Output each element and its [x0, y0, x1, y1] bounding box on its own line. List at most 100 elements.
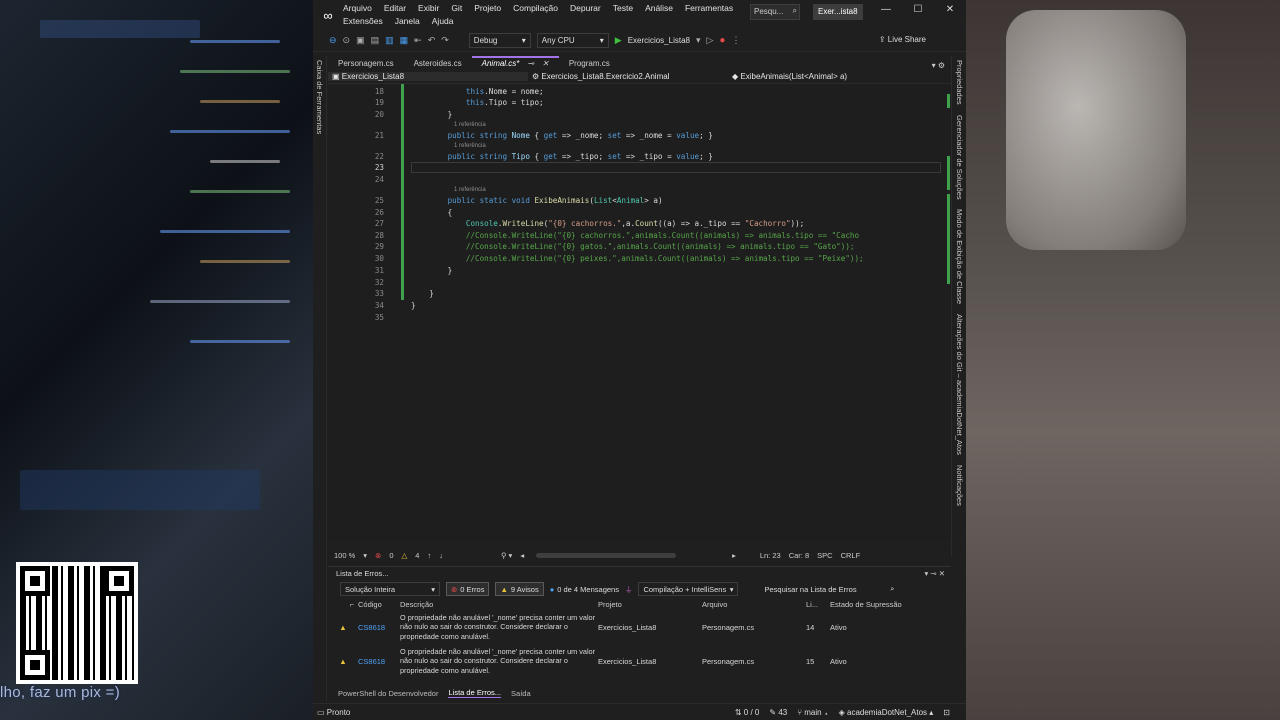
configuration-dropdown[interactable]: Debug ▾ — [468, 33, 531, 48]
solution-explorer-tab[interactable]: Gerenciador de Soluções — [955, 115, 964, 200]
close-button[interactable]: ✕ — [934, 4, 966, 15]
tab-animal[interactable]: Animal.cs* ⊸ ✕ — [471, 56, 559, 70]
codelens-references[interactable]: 1 referência — [454, 187, 486, 193]
menu-compilacao[interactable]: Compilação — [513, 3, 558, 13]
forward-icon[interactable]: ⊙ — [343, 35, 351, 46]
platform-value: Any CPU — [541, 36, 575, 45]
notifications-icon[interactable]: ⊡ — [943, 708, 950, 717]
zoom-level[interactable]: 100 % — [334, 551, 355, 560]
column-indicator[interactable]: Car: 8 — [789, 551, 809, 560]
menu-exibir[interactable]: Exibir — [418, 3, 439, 13]
run-icon[interactable]: ▶ — [615, 35, 622, 46]
editor-vertical-scrollbar[interactable] — [941, 84, 951, 540]
run-target-button[interactable]: Exercicios_Lista8 — [628, 36, 690, 45]
run-dropdown-icon[interactable]: ▾ — [696, 35, 701, 46]
messages-filter-button[interactable]: ● 0 de 4 Mensagens — [550, 585, 619, 594]
warnings-filter-button[interactable]: ▲ 9 Avisos — [495, 582, 544, 596]
nav-project-label: Exercicios_Lista8 — [341, 72, 405, 81]
save-icon[interactable]: ▥ — [385, 35, 394, 46]
toolbar-extra-icon[interactable]: ⋮ — [731, 35, 740, 46]
type-dropdown[interactable]: ⚙ Exercicios_Lista8.Exercicio2.Animal — [528, 72, 728, 81]
pending-changes[interactable]: ✎ 43 — [769, 708, 787, 717]
scroll-left-icon[interactable]: ◂ — [520, 551, 524, 560]
build-filter-dropdown[interactable]: Compilação + IntelliSens ▾ — [638, 582, 739, 596]
scroll-right-icon[interactable]: ▸ — [732, 551, 736, 560]
redo-icon[interactable]: ↷ — [441, 35, 449, 46]
search-box[interactable]: Pesqu... ⌕ — [750, 4, 800, 20]
menu-projeto[interactable]: Projeto — [474, 3, 501, 13]
git-icon[interactable]: ⚲ ▾ — [501, 551, 512, 560]
menu-ajuda[interactable]: Ajuda — [432, 16, 454, 26]
tab-overflow-icon[interactable]: ▾ ⚙ — [932, 61, 951, 70]
tab-error-list[interactable]: Lista de Erros... — [448, 688, 502, 698]
filter-icon[interactable]: ⏚ — [625, 584, 633, 595]
column-description[interactable]: Descrição — [400, 600, 598, 609]
minimize-button[interactable]: — — [870, 4, 902, 15]
nav-up-icon[interactable]: ↑ — [427, 551, 431, 560]
class-view-tab[interactable]: Modo de Exibição de Classe — [955, 209, 964, 304]
back-icon[interactable]: ⊖ — [329, 35, 337, 46]
table-row[interactable]: ▲ CS8618 O propriedade não anulável '_no… — [328, 610, 951, 644]
nav-down-icon[interactable]: ↓ — [439, 551, 443, 560]
open-folder-icon[interactable]: ▤ — [371, 35, 380, 46]
code-editor[interactable]: 18 19 20 21 22 23 24 25 26 27 28 29 30 3… — [328, 84, 951, 540]
column-line[interactable]: Li... — [806, 600, 830, 609]
solution-name-badge[interactable]: Exer...ista8 — [813, 4, 863, 20]
tab-program[interactable]: Program.cs — [559, 58, 620, 70]
menu-git[interactable]: Git — [451, 3, 462, 13]
stop-debug-icon[interactable]: ● — [719, 35, 725, 46]
scope-dropdown[interactable]: Solução Inteira ▾ — [340, 582, 440, 596]
menu-analise[interactable]: Análise — [645, 3, 673, 13]
horizontal-scrollbar[interactable] — [536, 552, 677, 558]
run-without-debug-icon[interactable]: ▷ — [707, 35, 714, 46]
tab-output[interactable]: Saída — [511, 689, 531, 698]
properties-tab[interactable]: Propriedades — [955, 60, 964, 105]
pin-icon[interactable]: ⊸ — [527, 59, 534, 68]
line-ending-indicator[interactable]: CRLF — [841, 551, 861, 560]
project-dropdown[interactable]: ▣ Exercicios_Lista8 — [328, 72, 528, 81]
panel-controls[interactable]: ▾ ⊸ ✕ — [924, 569, 951, 578]
sync-indicator[interactable]: ⇅ 0 / 0 — [735, 708, 760, 717]
table-row[interactable]: ▲ CS8618 O propriedade não anulável '_no… — [328, 644, 951, 678]
member-dropdown[interactable]: ◆ ExibeAnimais(List<Animal> a) — [728, 72, 851, 81]
new-item-icon[interactable]: ▣ — [356, 35, 365, 46]
maximize-button[interactable]: ☐ — [902, 4, 934, 15]
menu-janela[interactable]: Janela — [395, 16, 420, 26]
column-code[interactable]: Código — [358, 600, 400, 609]
git-changes-tab[interactable]: Alterações do Git – academiaDotNet_Atos — [955, 314, 964, 455]
tab-asteroides[interactable]: Asteroides.cs — [404, 58, 472, 70]
format-icon[interactable]: ⇤ — [414, 35, 422, 46]
undo-icon[interactable]: ↶ — [428, 35, 436, 46]
column-project[interactable]: Projeto — [598, 600, 702, 609]
platform-dropdown[interactable]: Any CPU ▾ — [536, 33, 609, 48]
error-code[interactable]: CS8618 — [358, 657, 400, 666]
zoom-chevron-icon[interactable]: ▾ — [363, 551, 367, 560]
sort-icon[interactable]: ⌐ — [328, 600, 358, 609]
error-code[interactable]: CS8618 — [358, 623, 400, 632]
menu-teste[interactable]: Teste — [613, 3, 633, 13]
menu-extensoes[interactable]: Extensões — [343, 16, 383, 26]
live-share-button[interactable]: ⇪ Live Share — [879, 35, 926, 44]
menu-editar[interactable]: Editar — [384, 3, 406, 13]
column-file[interactable]: Arquivo — [702, 600, 806, 609]
branch-selector[interactable]: ⑂ main ▴ — [797, 708, 828, 717]
codelens-references[interactable]: 1 referência — [454, 143, 486, 149]
warning-count[interactable]: 4 — [415, 551, 419, 560]
menu-arquivo[interactable]: Arquivo — [343, 3, 372, 13]
column-suppression[interactable]: Estado de Supressão — [830, 600, 910, 609]
codelens-references[interactable]: 1 referência — [454, 122, 486, 128]
spacing-indicator[interactable]: SPC — [817, 551, 832, 560]
error-count[interactable]: 0 — [389, 551, 393, 560]
notifications-tab[interactable]: Notificações — [955, 465, 964, 506]
close-tab-icon[interactable]: ✕ — [542, 59, 549, 68]
error-search-input[interactable]: Pesquisar na Lista de Erros ⌕ — [764, 584, 894, 594]
errors-filter-button[interactable]: ⊗ 0 Erros — [446, 582, 490, 596]
menu-ferramentas[interactable]: Ferramentas — [685, 3, 733, 13]
tab-personagem[interactable]: Personagem.cs — [328, 58, 404, 70]
toolbox-tab[interactable]: Caixa de Ferramentas — [315, 60, 324, 134]
save-all-icon[interactable]: ▦ — [400, 35, 409, 46]
menu-depurar[interactable]: Depurar — [570, 3, 601, 13]
line-indicator[interactable]: Ln: 23 — [760, 551, 781, 560]
tab-powershell[interactable]: PowerShell do Desenvolvedor — [338, 689, 438, 698]
repo-selector[interactable]: ◈ academiaDotNet_Atos ▴ — [839, 708, 934, 717]
